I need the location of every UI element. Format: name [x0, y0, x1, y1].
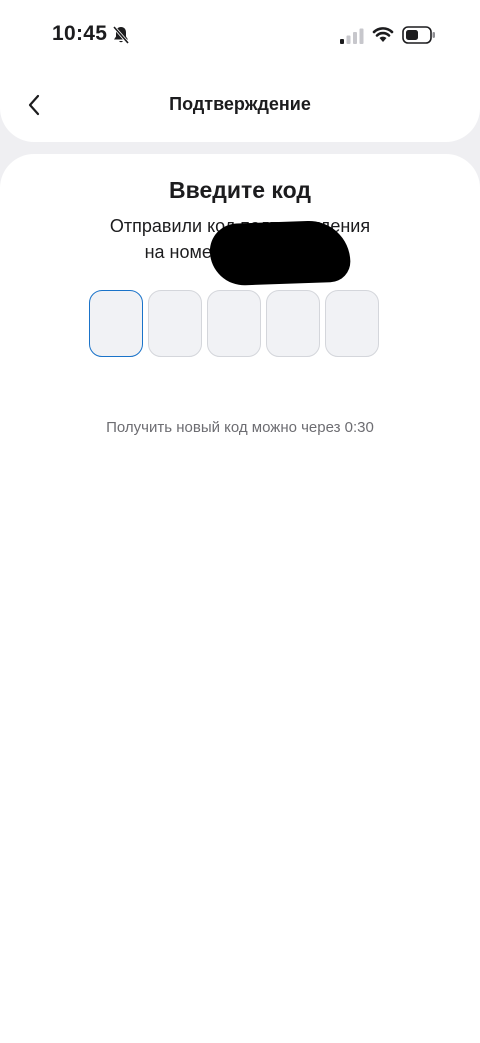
code-digit-1[interactable] [89, 290, 143, 357]
redaction-mark [208, 219, 352, 287]
verification-title: Введите код [169, 177, 311, 203]
bell-slash-icon [112, 25, 130, 45]
verification-card: Введите код Отправили код подтверждения … [0, 154, 480, 1043]
header: 10:45 Подтверждение [0, 0, 480, 142]
resend-timer-text: Получить новый код можно через 0:30 [106, 419, 374, 436]
page-title: Подтверждение [169, 94, 311, 114]
wifi-icon [372, 27, 394, 42]
code-digit-4[interactable] [266, 290, 320, 357]
code-digit-5[interactable] [325, 290, 379, 357]
status-bar: 10:45 [0, 0, 480, 62]
cellular-signal-icon [340, 28, 364, 44]
status-time: 10:45 [52, 22, 108, 45]
code-digit-2[interactable] [148, 290, 202, 357]
code-input-group [89, 290, 379, 357]
battery-icon [402, 26, 435, 44]
code-digit-3[interactable] [207, 290, 261, 357]
